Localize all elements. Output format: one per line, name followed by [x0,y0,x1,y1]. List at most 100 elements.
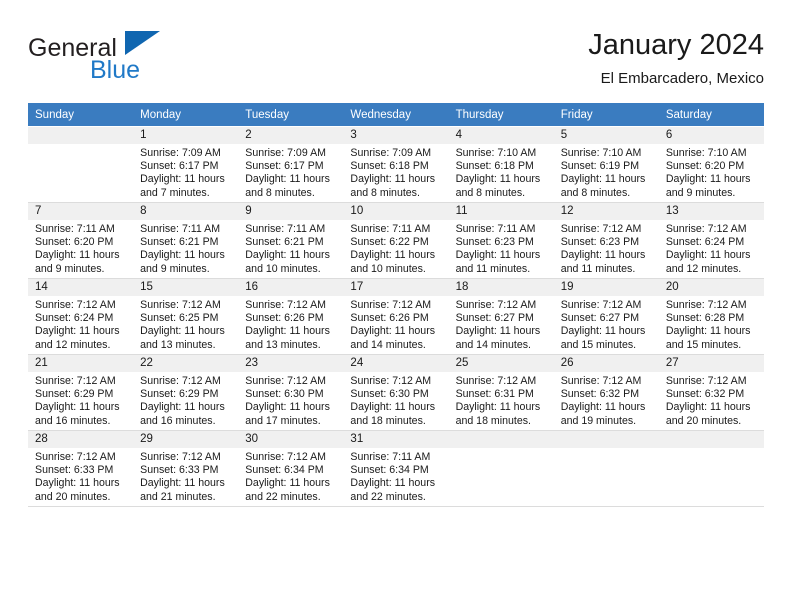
sunset-text: Sunset: 6:26 PM [350,312,429,325]
calendar-week-row: 14 Sunrise: 7:12 AM Sunset: 6:24 PM Dayligh… [28,278,764,355]
calendar-page: General Blue January 2024 El Embarcadero… [0,0,792,612]
calendar-day-cell[interactable]: 27 Sunrise: 7:12 AM Sunset: 6:32 PM Dayligh… [658,354,764,431]
daylight-text-line1: Daylight: 11 hours [245,401,330,414]
day-number: 15 [133,279,239,296]
daylight-text-line2: and 16 minutes. [140,414,216,427]
sunrise-text: Sunrise: 7:12 AM [140,451,221,463]
sunrise-text: Sunrise: 7:10 AM [455,147,537,159]
calendar-day-cell[interactable]: 16 Sunrise: 7:12 AM Sunset: 6:26 PM Dayligh… [238,278,344,355]
day-number: 13 [658,203,764,220]
day-cell-inner: 14 Sunrise: 7:12 AM Sunset: 6:24 PM Dayligh… [28,279,134,354]
sunset-text: Sunset: 6:32 PM [560,388,640,401]
calendar-day-cell[interactable]: 7 Sunrise: 7:11 AM Sunset: 6:20 PM Daylight… [28,202,134,279]
sunset-text: Sunset: 6:31 PM [455,388,534,401]
day-details: Sunrise: 7:12 AM Sunset: 6:29 PM Daylight:… [133,372,238,428]
calendar-day-cell[interactable]: 11 Sunrise: 7:11 AM Sunset: 6:23 PM Dayligh… [448,202,554,279]
sunset-text: Sunset: 6:18 PM [350,160,429,173]
calendar-day-cell[interactable]: 28 Sunrise: 7:12 AM Sunset: 6:33 PM Dayligh… [28,430,134,507]
day-cell-inner: 19 Sunrise: 7:12 AM Sunset: 6:27 PM Dayligh… [553,279,659,354]
sunrise-text: Sunrise: 7:12 AM [245,299,326,311]
calendar-day-cell[interactable]: 6 Sunrise: 7:10 AM Sunset: 6:20 PM Daylight… [658,126,764,203]
calendar-day-cell[interactable]: 31 Sunrise: 7:11 AM Sunset: 6:34 PM Dayligh… [343,430,449,507]
calendar-day-cell[interactable]: 20 Sunrise: 7:12 AM Sunset: 6:28 PM Dayligh… [658,278,764,355]
day-number: 17 [343,279,449,296]
daylight-text-line2: and 15 minutes. [560,338,637,351]
day-number: 14 [28,279,134,296]
daylight-text-line1: Daylight: 11 hours [455,325,541,338]
calendar-day-cell[interactable]: 22 Sunrise: 7:12 AM Sunset: 6:29 PM Dayligh… [133,354,239,431]
sunrise-text: Sunrise: 7:12 AM [35,299,116,311]
weekday-header-friday: Friday [553,103,659,127]
calendar-day-cell[interactable]: 21 Sunrise: 7:12 AM Sunset: 6:29 PM Dayligh… [28,354,134,431]
calendar-day-cell[interactable]: 12 Sunrise: 7:12 AM Sunset: 6:23 PM Dayligh… [553,202,659,279]
calendar-cell-empty [658,430,764,507]
calendar-day-cell[interactable]: 8 Sunrise: 7:11 AM Sunset: 6:21 PM Daylight… [133,202,239,279]
day-number: 8 [133,203,239,220]
title-block: January 2024 El Embarcadero, Mexico [588,26,764,90]
day-cell-inner: 8 Sunrise: 7:11 AM Sunset: 6:21 PM Daylight… [133,203,239,278]
calendar-day-cell[interactable]: 5 Sunrise: 7:10 AM Sunset: 6:19 PM Daylight… [553,126,659,203]
day-number: 10 [343,203,449,220]
triangle-logo-icon [125,31,160,55]
sunrise-text: Sunrise: 7:09 AM [245,147,326,159]
day-number: 5 [553,127,659,144]
day-cell-inner: 16 Sunrise: 7:12 AM Sunset: 6:26 PM Dayligh… [238,279,344,354]
calendar-day-cell[interactable]: 3 Sunrise: 7:09 AM Sunset: 6:18 PM Daylight… [343,126,449,203]
page-title: January 2024 [588,29,764,61]
calendar-day-cell[interactable]: 1 Sunrise: 7:09 AM Sunset: 6:17 PM Daylight… [133,126,239,203]
day-number: 22 [133,355,239,372]
calendar-day-cell[interactable]: 9 Sunrise: 7:11 AM Sunset: 6:21 PM Daylight… [238,202,344,279]
calendar-cell-empty [553,430,659,507]
calendar-day-cell[interactable]: 23 Sunrise: 7:12 AM Sunset: 6:30 PM Dayligh… [238,354,344,431]
daylight-text-line1: Daylight: 11 hours [350,477,436,490]
daylight-text-line1: Daylight: 11 hours [350,249,436,262]
day-cell-inner [658,431,764,506]
sunset-text: Sunset: 6:33 PM [35,464,114,477]
daylight-text-line1: Daylight: 11 hours [140,249,225,262]
calendar-day-cell[interactable]: 25 Sunrise: 7:12 AM Sunset: 6:31 PM Dayligh… [448,354,554,431]
day-details: Sunrise: 7:11 AM Sunset: 6:34 PM Daylight:… [343,448,448,504]
day-cell-inner: 30 Sunrise: 7:12 AM Sunset: 6:34 PM Dayligh… [238,431,344,506]
calendar-day-cell[interactable]: 4 Sunrise: 7:10 AM Sunset: 6:18 PM Daylight… [448,126,554,203]
sunrise-text: Sunrise: 7:12 AM [245,451,326,463]
calendar-day-cell[interactable]: 26 Sunrise: 7:12 AM Sunset: 6:32 PM Dayligh… [553,354,659,431]
day-number: 12 [553,203,659,220]
sunset-text: Sunset: 6:24 PM [35,312,114,325]
weekday-header-saturday: Saturday [658,103,764,127]
calendar-day-cell[interactable]: 2 Sunrise: 7:09 AM Sunset: 6:17 PM Daylight… [238,126,344,203]
weekday-header-tuesday: Tuesday [238,103,344,127]
day-number: 27 [658,355,764,372]
day-number: 30 [238,431,344,448]
brand-logo[interactable]: General Blue [28,31,258,94]
calendar-day-cell[interactable]: 15 Sunrise: 7:12 AM Sunset: 6:25 PM Dayligh… [133,278,239,355]
day-number: 16 [238,279,344,296]
daylight-text-line2: and 14 minutes. [455,338,531,351]
day-cell-inner: 13 Sunrise: 7:12 AM Sunset: 6:24 PM Dayligh… [658,203,764,278]
calendar-day-cell[interactable]: 18 Sunrise: 7:12 AM Sunset: 6:27 PM Dayligh… [448,278,554,355]
calendar-day-cell[interactable]: 24 Sunrise: 7:12 AM Sunset: 6:30 PM Dayligh… [343,354,449,431]
daylight-text-line2: and 11 minutes. [560,262,636,275]
calendar-day-cell[interactable]: 19 Sunrise: 7:12 AM Sunset: 6:27 PM Dayligh… [553,278,659,355]
sunrise-text: Sunrise: 7:11 AM [245,223,326,235]
day-number: 31 [343,431,449,448]
day-details: Sunrise: 7:12 AM Sunset: 6:33 PM Daylight:… [133,448,238,504]
calendar-day-cell[interactable]: 13 Sunrise: 7:12 AM Sunset: 6:24 PM Dayligh… [658,202,764,279]
sunrise-text: Sunrise: 7:11 AM [140,223,221,235]
calendar-day-cell[interactable]: 10 Sunrise: 7:11 AM Sunset: 6:22 PM Dayligh… [343,202,449,279]
sunset-text: Sunset: 6:22 PM [350,236,429,249]
calendar-grid: Sunday Monday Tuesday Wednesday Thursday… [28,103,764,507]
sunrise-text: Sunrise: 7:09 AM [350,147,432,159]
day-details: Sunrise: 7:11 AM Sunset: 6:21 PM Daylight:… [133,220,238,276]
daylight-text-line2: and 12 minutes. [665,262,742,275]
daylight-text-line1: Daylight: 11 hours [35,401,120,414]
sunset-text: Sunset: 6:17 PM [140,160,219,173]
calendar-day-cell[interactable]: 30 Sunrise: 7:12 AM Sunset: 6:34 PM Dayligh… [238,430,344,507]
page-subtitle: El Embarcadero, Mexico [600,70,764,87]
day-number [658,431,764,448]
calendar-day-cell[interactable]: 14 Sunrise: 7:12 AM Sunset: 6:24 PM Dayligh… [28,278,134,355]
day-number: 6 [658,127,764,144]
weekday-header-sunday: Sunday [28,103,134,127]
daylight-text-line1: Daylight: 11 hours [560,249,646,262]
calendar-day-cell[interactable]: 29 Sunrise: 7:12 AM Sunset: 6:33 PM Dayligh… [133,430,239,507]
calendar-day-cell[interactable]: 17 Sunrise: 7:12 AM Sunset: 6:26 PM Dayligh… [343,278,449,355]
